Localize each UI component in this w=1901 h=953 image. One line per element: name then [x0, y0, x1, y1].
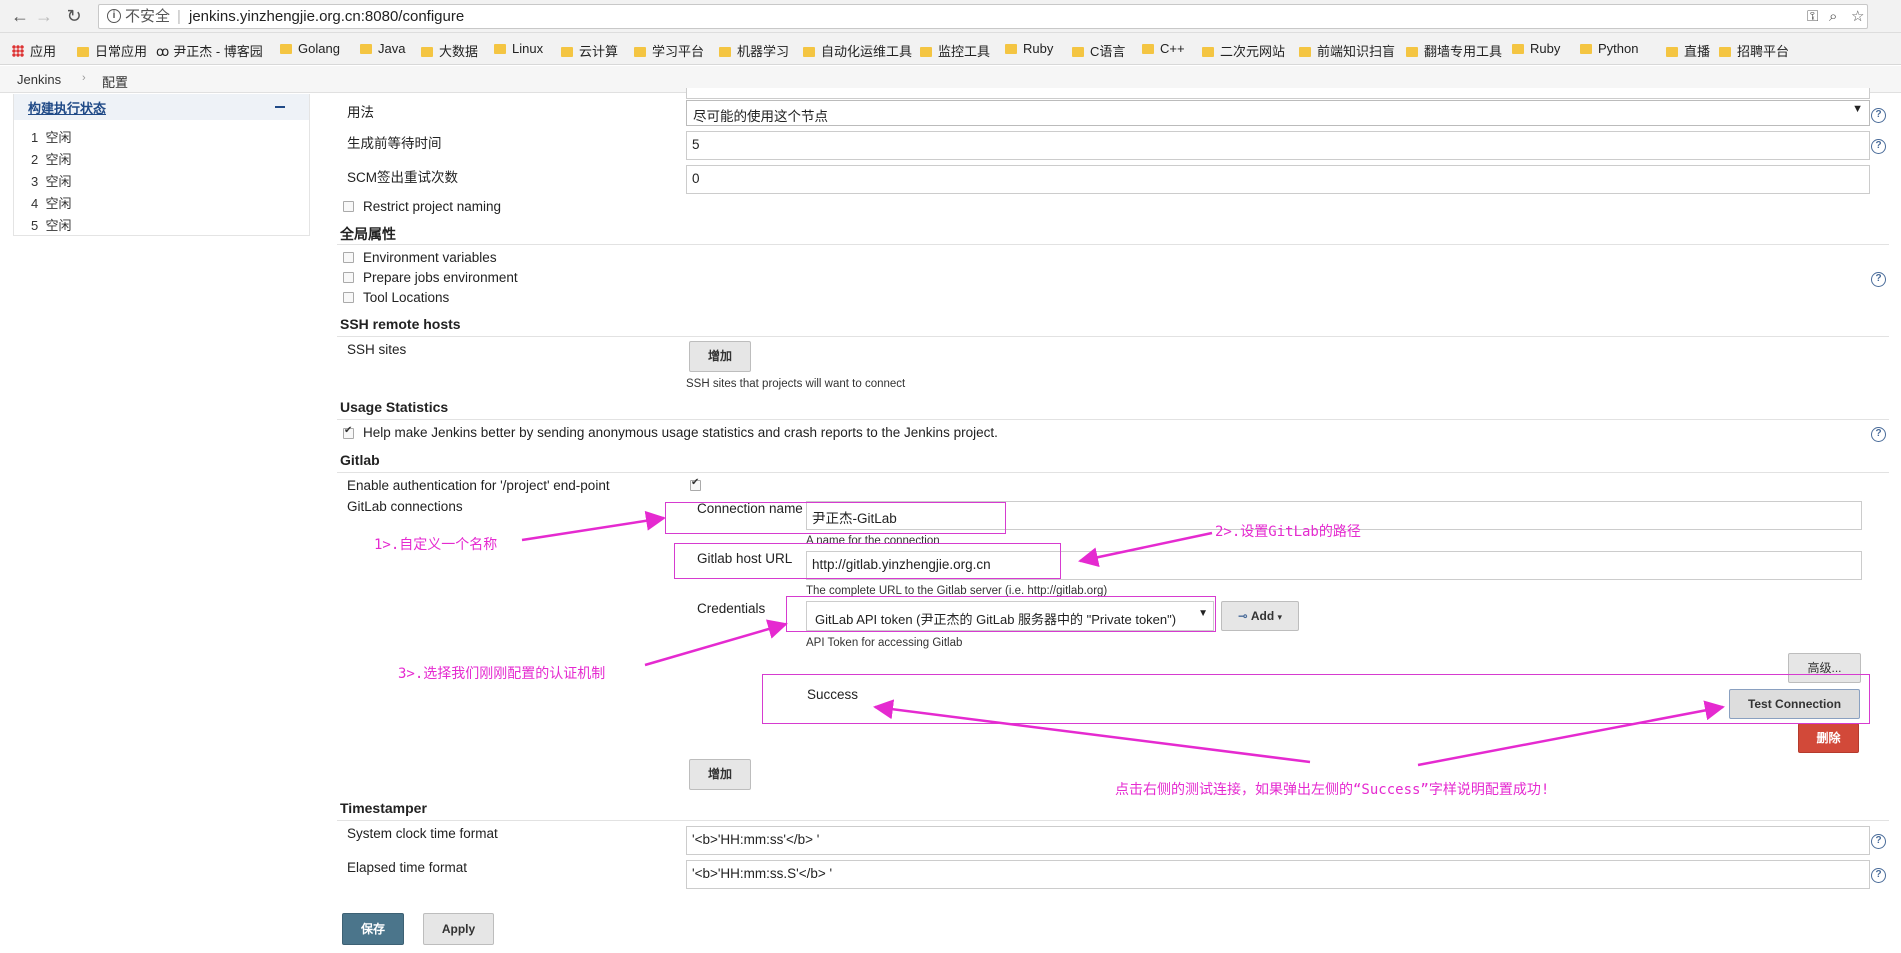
step4-left-arrow	[873, 699, 1311, 764]
step3-arrow	[644, 619, 788, 667]
annotation-step2: 2>.设置GitLab的路径	[1215, 524, 1361, 540]
annotation-step4: 点击右侧的测试连接，如果弹出左侧的“Success”字样说明配置成功!	[1115, 782, 1550, 798]
annotation-step3: 3>.选择我们刚刚配置的认证机制	[398, 666, 606, 682]
step2-arrow	[1078, 531, 1213, 568]
step4-right-arrow	[1417, 700, 1725, 767]
step1-arrow	[521, 510, 666, 542]
annotation-step1: 1>.自定义一个名称	[374, 537, 498, 553]
annotation-arrows	[521, 510, 1725, 767]
